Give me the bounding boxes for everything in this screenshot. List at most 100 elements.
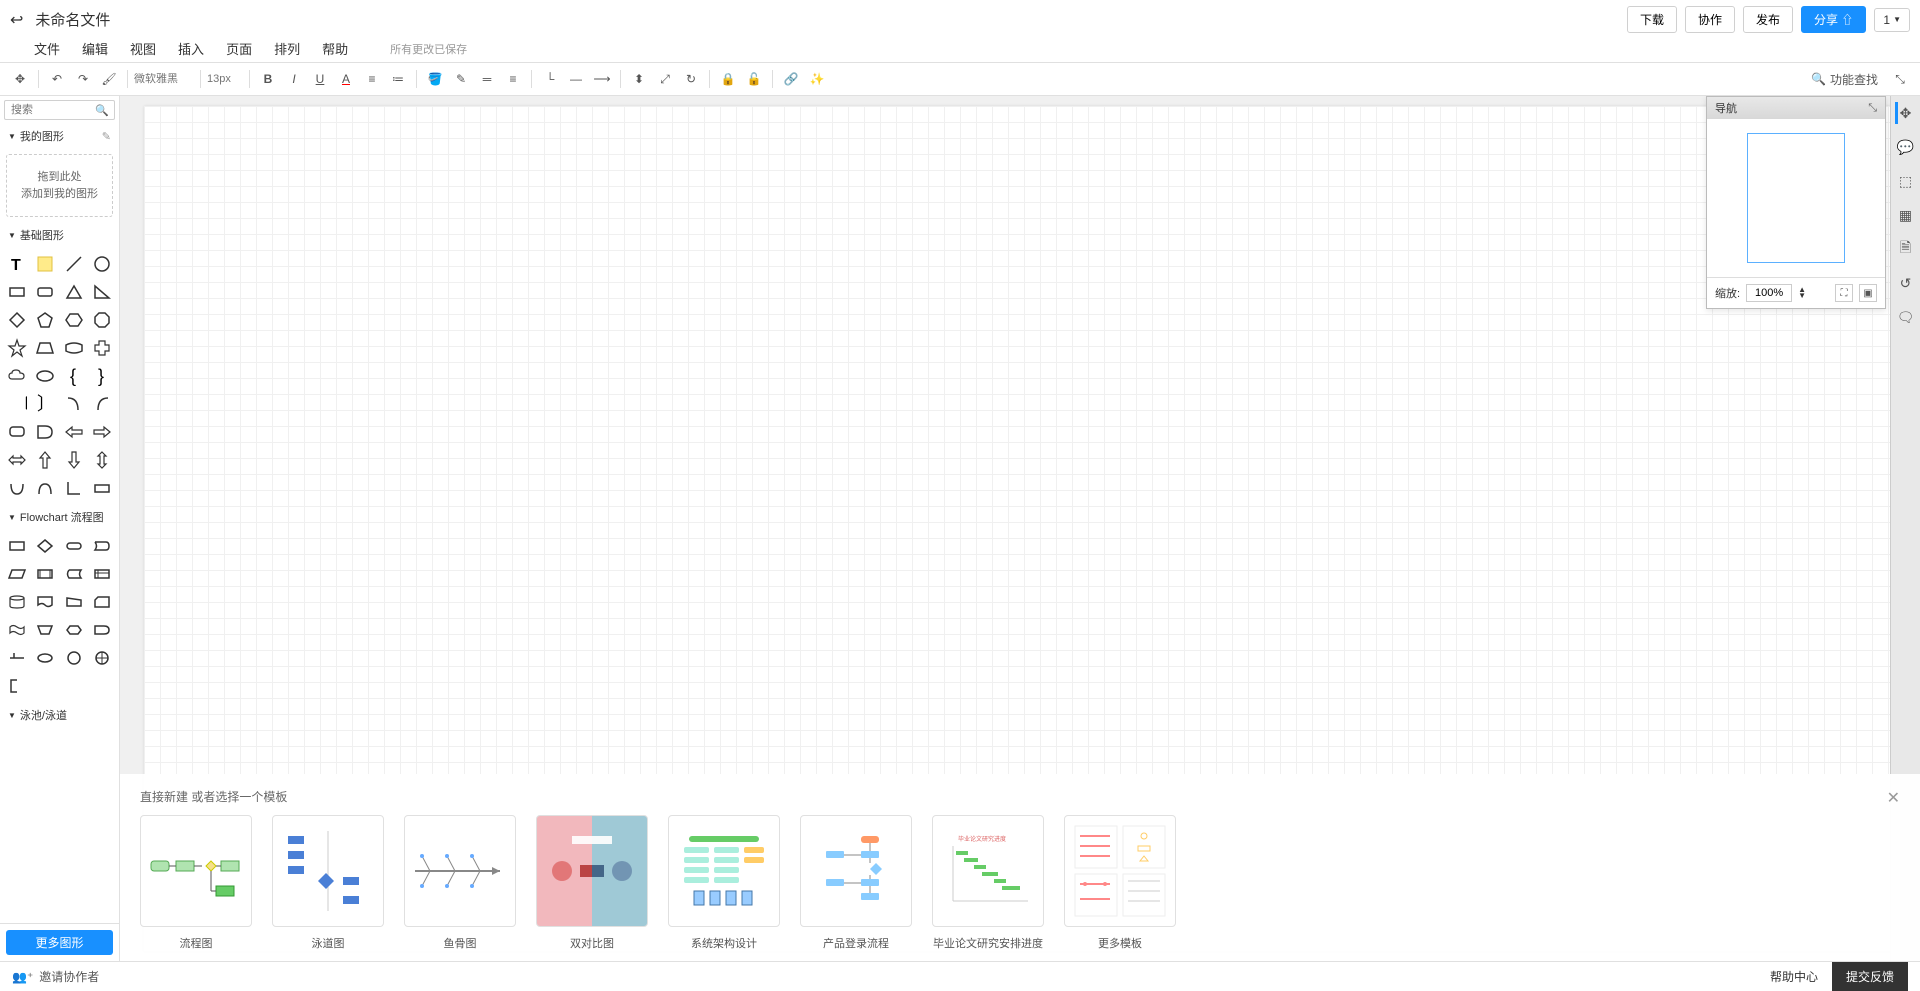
menu-help[interactable]: 帮助 [322, 39, 348, 58]
shape-cross[interactable] [89, 335, 115, 361]
page-icon[interactable]: 🗎 [1895, 238, 1917, 260]
font-family-input[interactable] [134, 73, 194, 85]
shape-database[interactable] [4, 589, 30, 615]
shape-pentagon[interactable] [32, 307, 58, 333]
help-center-button[interactable]: 帮助中心 [1756, 962, 1832, 991]
shape-process[interactable] [4, 533, 30, 559]
template-item[interactable]: 毕业论文研究进度毕业论文研究安排进度 [932, 815, 1044, 951]
shape-decision[interactable] [32, 533, 58, 559]
template-item[interactable]: 流程图 [140, 815, 252, 951]
connector-icon[interactable]: └ [538, 67, 562, 91]
shape-rect2[interactable] [89, 475, 115, 501]
shape-hexagon[interactable] [61, 307, 87, 333]
distribute-icon[interactable]: ⤢ [653, 67, 677, 91]
menu-insert[interactable]: 插入 [178, 39, 204, 58]
nav-preview[interactable] [1747, 133, 1845, 263]
shape-arrow-down[interactable] [61, 447, 87, 473]
template-item[interactable]: 更多模板 [1064, 815, 1176, 951]
shape-star[interactable] [4, 335, 30, 361]
menu-view[interactable]: 视图 [130, 39, 156, 58]
shape-diamond[interactable] [4, 307, 30, 333]
menu-file[interactable]: 文件 [34, 39, 60, 58]
format-painter-icon[interactable]: 🖌 [97, 67, 121, 91]
shape-manual-op[interactable] [32, 617, 58, 643]
shape-arrow-up[interactable] [32, 447, 58, 473]
undo-icon[interactable]: ↶ [45, 67, 69, 91]
publish-button[interactable]: 发布 [1743, 6, 1793, 33]
shape-card[interactable] [89, 589, 115, 615]
shape-cloud[interactable] [4, 363, 30, 389]
drop-zone[interactable]: 拖到此处 添加到我的图形 [6, 154, 113, 217]
shape-triangle[interactable] [61, 279, 87, 305]
magic-icon[interactable]: ✨ [805, 67, 829, 91]
fit-page-icon[interactable]: ▣ [1859, 284, 1877, 302]
shape-banner[interactable] [61, 335, 87, 361]
shape-arc-down[interactable] [4, 475, 30, 501]
list-icon[interactable]: ≔ [386, 67, 410, 91]
shape-corner[interactable] [61, 475, 87, 501]
shape-circle[interactable] [89, 251, 115, 277]
shape-terminator[interactable] [61, 533, 87, 559]
shape-delay[interactable] [89, 617, 115, 643]
flowchart-header[interactable]: ▼ Flowchart 流程图 [0, 505, 119, 529]
shape-ellipse[interactable] [32, 363, 58, 389]
shape-bracket-right[interactable]: 〕 [32, 391, 58, 417]
shape-arrow-left[interactable] [61, 419, 87, 445]
fill-color-icon[interactable]: 🪣 [423, 67, 447, 91]
expand-icon[interactable]: ⤡ [1888, 67, 1912, 91]
font-size-input[interactable] [207, 73, 243, 85]
shape-arrow-both[interactable] [4, 447, 30, 473]
zoom-input[interactable] [1746, 284, 1792, 302]
shape-callout[interactable] [4, 419, 30, 445]
menu-page[interactable]: 页面 [226, 39, 252, 58]
shape-octagon[interactable] [89, 307, 115, 333]
menu-edit[interactable]: 编辑 [82, 39, 108, 58]
template-item[interactable]: 泳道图 [272, 815, 384, 951]
shape-curve[interactable] [61, 391, 87, 417]
menu-arrange[interactable]: 排列 [274, 39, 300, 58]
collapse-icon[interactable]: ⤡ [1868, 102, 1877, 115]
shape-data[interactable] [4, 561, 30, 587]
edit-icon[interactable]: ✎ [102, 130, 111, 143]
shape-predefined[interactable] [32, 561, 58, 587]
shape-roundrect[interactable] [32, 279, 58, 305]
shape-tape[interactable] [4, 617, 30, 643]
shape-arrow-right[interactable] [89, 419, 115, 445]
comment-icon[interactable]: 🗨 [1895, 306, 1917, 328]
shape-manual[interactable] [61, 589, 87, 615]
shape-connector[interactable] [61, 645, 87, 671]
border-style-icon[interactable]: ═ [475, 67, 499, 91]
my-shapes-header[interactable]: ▼ 我的图形 ✎ [0, 124, 119, 148]
shape-stored-data[interactable] [61, 561, 87, 587]
zoom-stepper[interactable]: ▲▼ [1798, 287, 1806, 299]
shape-arrow-updown[interactable] [89, 447, 115, 473]
shape-trapezoid[interactable] [32, 335, 58, 361]
align-icon[interactable]: ≡ [360, 67, 384, 91]
shape-curve2[interactable] [89, 391, 115, 417]
font-color-icon[interactable]: A [334, 67, 358, 91]
bold-icon[interactable]: B [256, 67, 280, 91]
history-icon[interactable]: ↺ [1895, 272, 1917, 294]
move-tool-icon[interactable]: ✥ [1895, 102, 1917, 124]
shape-brace-right[interactable]: } [89, 363, 115, 389]
shape-arc-up[interactable] [32, 475, 58, 501]
shape-note[interactable] [32, 251, 58, 277]
template-item[interactable]: 鱼骨图 [404, 815, 516, 951]
more-shapes-button[interactable]: 更多图形 [6, 930, 113, 955]
line-style-icon[interactable]: — [564, 67, 588, 91]
document-title[interactable]: 未命名文件 [35, 9, 1627, 30]
template-item[interactable]: 双对比图 [536, 815, 648, 951]
shape-internal[interactable] [89, 561, 115, 587]
shape-annotation[interactable] [4, 673, 30, 699]
link-icon[interactable]: 🔗 [779, 67, 803, 91]
basic-shapes-header[interactable]: ▼ 基础图形 [0, 223, 119, 247]
italic-icon[interactable]: I [282, 67, 306, 91]
canvas-area[interactable]: 导航 ⤡ 缩放: ▲▼ ⛶ ▣ ✥ 💬 ⬚ ▦ 🗎 ↺ 🗨 [120, 96, 1920, 961]
shape-text[interactable]: T [4, 251, 30, 277]
border-color-icon[interactable]: ✎ [449, 67, 473, 91]
template-item[interactable]: 产品登录流程 [800, 815, 912, 951]
share-button[interactable]: 分享 ⇧ [1801, 6, 1866, 33]
underline-icon[interactable]: U [308, 67, 332, 91]
shape-right-triangle[interactable] [89, 279, 115, 305]
redo-icon[interactable]: ↷ [71, 67, 95, 91]
